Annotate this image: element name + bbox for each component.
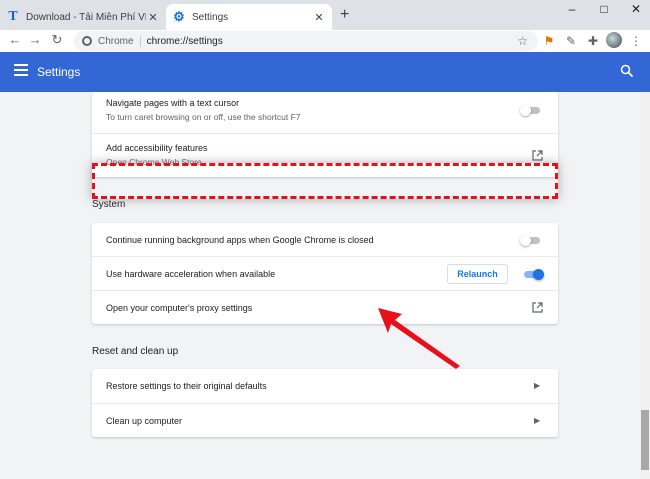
chevron-right-icon: ▶ [534, 416, 541, 425]
row-title: Open your computer's proxy settings [106, 303, 253, 313]
new-tab-button[interactable]: + [340, 6, 349, 24]
avatar[interactable] [606, 32, 622, 48]
caret-browsing-toggle[interactable] [520, 105, 542, 116]
chevron-right-icon: ▶ [534, 381, 541, 390]
row-title: Navigate pages with a text cursor [106, 98, 240, 108]
row-subtitle: To turn caret browsing on or off, use th… [106, 112, 301, 122]
tab-title: Download - Tải Miễn Phí VN - Ph [26, 11, 146, 23]
extension-icon[interactable]: ⚑ [541, 34, 557, 48]
omnibox-chip: Chrome [98, 35, 141, 47]
page-title: Settings [37, 65, 81, 79]
scrollbar[interactable] [640, 92, 650, 479]
address-bar[interactable]: Chrome chrome://settings ☆ [74, 31, 538, 51]
maximize-button[interactable]: □ [594, 2, 614, 16]
caret-browsing-row[interactable]: Navigate pages with a text cursor To tur… [92, 92, 558, 133]
hardware-acceleration-row[interactable]: Use hardware acceleration when available… [92, 256, 558, 290]
site-favicon-icon: T [8, 9, 18, 24]
tab-settings[interactable]: ⚙ Settings ✕ [166, 4, 332, 30]
section-title-reset: Reset and clean up [92, 346, 179, 357]
tab-strip: T Download - Tải Miễn Phí VN - Ph ✕ ⚙ Se… [0, 0, 650, 30]
chrome-icon [82, 36, 92, 46]
search-icon[interactable] [620, 64, 634, 78]
restore-defaults-row[interactable]: Restore settings to their original defau… [92, 369, 558, 403]
reset-card: Restore settings to their original defau… [92, 369, 558, 437]
close-icon[interactable]: ✕ [146, 11, 160, 24]
menu-icon[interactable]: ⋮ [628, 34, 644, 48]
forward-button[interactable]: → [26, 32, 44, 47]
background-apps-toggle[interactable] [520, 235, 542, 246]
row-title: Use hardware acceleration when available [106, 269, 276, 279]
row-title: Clean up computer [106, 416, 183, 426]
accessibility-features-row[interactable]: Add accessibility features Open Chrome W… [92, 133, 558, 177]
accessibility-card: Navigate pages with a text cursor To tur… [92, 92, 558, 177]
close-icon[interactable]: ✕ [312, 11, 326, 24]
row-title: Restore settings to their original defau… [106, 381, 267, 391]
star-icon[interactable]: ☆ [517, 34, 528, 48]
row-subtitle: Open Chrome Web Store [106, 157, 202, 167]
window-close-button[interactable]: ✕ [626, 2, 646, 16]
clean-up-computer-row[interactable]: Clean up computer ▶ [92, 403, 558, 437]
section-title-system: System [92, 199, 126, 210]
proxy-settings-row[interactable]: Open your computer's proxy settings [92, 290, 558, 324]
settings-header: Settings [0, 52, 650, 92]
gear-icon: ⚙ [173, 9, 185, 24]
open-in-new-icon[interactable] [532, 150, 543, 161]
tab-download[interactable]: T Download - Tải Miễn Phí VN - Ph ✕ [0, 4, 166, 30]
eyedropper-icon[interactable]: ✎ [563, 34, 579, 48]
puzzle-icon[interactable]: ✚ [585, 34, 601, 48]
annotation-arrow-icon [378, 308, 460, 369]
back-button[interactable]: ← [6, 32, 24, 47]
system-card: Continue running background apps when Go… [92, 223, 558, 324]
background-apps-row[interactable]: Continue running background apps when Go… [92, 223, 558, 256]
relaunch-button[interactable]: Relaunch [447, 264, 508, 284]
tab-title: Settings [192, 11, 229, 23]
row-title: Add accessibility features [106, 143, 208, 153]
browser-toolbar: ← → ↻ Chrome chrome://settings ☆ ⚑ ✎ ✚ ⋮ [0, 30, 650, 52]
minimize-button[interactable]: – [562, 2, 582, 16]
omnibox-url[interactable]: chrome://settings [147, 36, 223, 47]
open-in-new-icon[interactable] [532, 302, 543, 313]
scrollbar-thumb[interactable] [641, 410, 649, 470]
row-title: Continue running background apps when Go… [106, 235, 374, 245]
reload-button[interactable]: ↻ [48, 32, 66, 48]
hardware-acceleration-toggle[interactable] [522, 269, 544, 280]
hamburger-menu-icon[interactable] [14, 64, 28, 76]
